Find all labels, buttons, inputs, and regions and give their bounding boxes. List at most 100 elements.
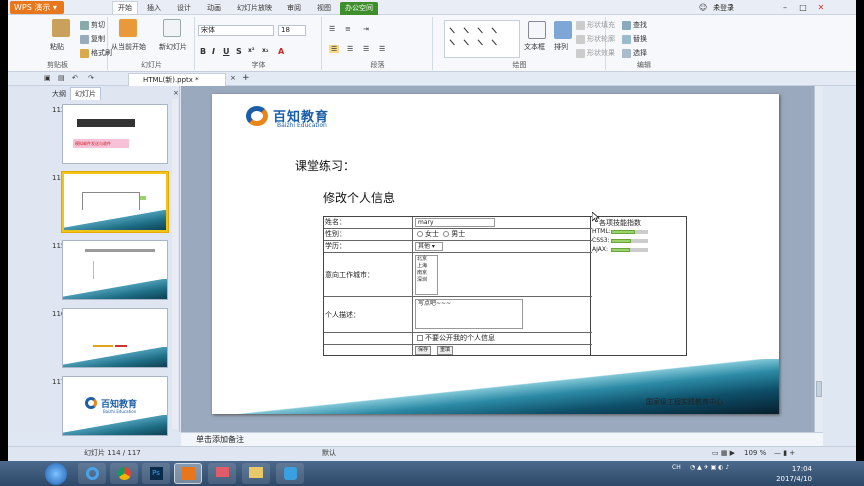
underline-button[interactable]: U	[223, 47, 230, 56]
male-radio[interactable]	[443, 231, 450, 237]
eraser-taskbar-icon[interactable]	[208, 463, 236, 484]
curve-shape-icon[interactable]	[463, 35, 474, 46]
name-input[interactable]: mary	[415, 218, 495, 227]
font-size-select[interactable]: 18	[278, 25, 306, 36]
wps-presentation-taskbar-icon[interactable]	[174, 463, 202, 484]
slide-scrollbar[interactable]	[814, 86, 823, 432]
tab-home[interactable]: 开始	[112, 1, 138, 14]
tab-animation[interactable]: 动画	[202, 2, 226, 15]
select-button[interactable]: 选择	[622, 48, 647, 58]
slide-thumb-113[interactable]: 模拟邮件发送与收件	[62, 104, 168, 164]
app-menu-button[interactable]: WPS 演示 ▾	[10, 1, 64, 14]
tab-slideshow[interactable]: 幻灯片放映	[232, 2, 277, 15]
indent-icon[interactable]: ⇥	[363, 25, 369, 33]
list-item[interactable]: 南京	[417, 270, 437, 277]
arrange-button[interactable]: 排列	[554, 42, 568, 52]
list-item[interactable]: 北京	[417, 256, 437, 263]
city-listbox[interactable]: 北京 上海 南京 深圳	[415, 255, 438, 295]
current-slide[interactable]: 百知教育 Baizhi Education 课堂练习： 修改个人信息 姓名： m…	[212, 94, 779, 414]
copy-button[interactable]: 复制	[80, 34, 105, 44]
italic-button[interactable]: I	[212, 47, 215, 56]
superscript-button[interactable]: x²	[248, 47, 255, 54]
reset-button[interactable]: 重填	[437, 346, 454, 355]
double-arrow-shape-icon[interactable]	[477, 23, 488, 34]
find-button[interactable]: 查找	[622, 20, 647, 30]
quick-save-icon[interactable]: ▣	[44, 74, 51, 82]
minimize-button[interactable]: –	[780, 3, 790, 12]
tray-icons[interactable]: ◔ ▲ ✈ ▣ ◐ ♪	[690, 464, 729, 471]
subscript-button[interactable]: x₂	[262, 47, 269, 54]
save-button[interactable]: 保存	[415, 346, 432, 355]
tab-view[interactable]: 视图	[312, 2, 336, 15]
elbow-shape-icon[interactable]	[449, 35, 460, 46]
app-taskbar-icon[interactable]	[276, 463, 304, 484]
tab-insert[interactable]: 插入	[142, 2, 166, 15]
tab-slides[interactable]: 幻灯片	[70, 87, 101, 100]
doc-tab-close-icon[interactable]: ×	[230, 74, 236, 82]
shadow-button[interactable]: S	[236, 47, 242, 56]
help-icon[interactable]: ?	[726, 3, 736, 12]
replace-button[interactable]: 替换	[622, 34, 647, 44]
notes-pane[interactable]: 单击添加备注	[181, 432, 823, 446]
connector-shape-icon[interactable]	[491, 23, 502, 34]
tab-review[interactable]: 审阅	[282, 2, 306, 15]
new-doc-tab-button[interactable]: +	[242, 73, 250, 83]
bullets-icon[interactable]: ☰	[329, 25, 335, 33]
list-item[interactable]: 上海	[417, 263, 437, 270]
panel-close-icon[interactable]: ×	[173, 89, 179, 97]
shape-fill-button[interactable]: 形状填充	[576, 20, 615, 30]
align-center-icon[interactable]: ☰	[347, 45, 353, 53]
align-left-icon[interactable]: ☰	[329, 45, 340, 53]
scribble-shape-icon[interactable]	[491, 35, 502, 46]
explorer-taskbar-icon[interactable]	[242, 463, 270, 484]
font-name-select[interactable]: 宋体	[198, 25, 274, 36]
close-button[interactable]: ✕	[816, 3, 826, 12]
slide-thumb-116[interactable]	[62, 308, 168, 368]
start-button[interactable]	[45, 463, 67, 485]
undo-icon[interactable]: ↶	[72, 74, 78, 82]
panel-scrollbar[interactable]	[172, 99, 178, 429]
list-item[interactable]: 深圳	[417, 277, 437, 284]
chrome-taskbar-icon[interactable]	[110, 463, 138, 484]
private-checkbox[interactable]	[417, 335, 423, 341]
quick-print-icon[interactable]: ▤	[58, 74, 65, 82]
align-right-icon[interactable]: ☰	[363, 45, 369, 53]
justify-icon[interactable]: ☰	[379, 45, 385, 53]
shapes-gallery[interactable]	[444, 20, 520, 58]
scroll-thumb[interactable]	[816, 381, 822, 397]
ime-indicator[interactable]: CH	[672, 464, 681, 471]
arrow-shape-icon[interactable]	[463, 23, 474, 34]
female-radio[interactable]	[417, 231, 423, 237]
clock[interactable]: 17:04 2017/4/10	[776, 464, 812, 484]
tab-design[interactable]: 设计	[172, 2, 196, 15]
paste-button[interactable]: 粘贴	[50, 42, 64, 52]
tab-office-space[interactable]: 办公空间	[340, 2, 378, 15]
shape-effect-button[interactable]: 形状效果	[576, 48, 615, 58]
slide-thumb-115[interactable]	[62, 240, 168, 300]
bold-button[interactable]: B	[200, 47, 206, 56]
education-select[interactable]: 其他 ▾	[415, 242, 443, 251]
zoom-slider[interactable]: — ▮ +	[774, 447, 795, 460]
slide-thumb-114[interactable]	[62, 172, 168, 232]
new-slide-button[interactable]: 新幻灯片	[159, 42, 187, 52]
slide-thumb-117[interactable]: 百知教育 Baizhi Education	[62, 376, 168, 436]
doc-tab-html[interactable]: HTML(新).pptx *	[128, 73, 226, 86]
zoom-level[interactable]: 109 %	[744, 447, 766, 460]
numbering-icon[interactable]: ≡	[345, 25, 351, 33]
view-buttons[interactable]: ▭ ▦ ▶	[712, 447, 735, 460]
textbox-button[interactable]: 文本框	[524, 42, 545, 52]
description-textarea[interactable]: 写点吧~~~	[415, 299, 523, 329]
cut-button[interactable]: 剪切	[80, 20, 105, 30]
from-current-button[interactable]: 从当前开始	[111, 42, 146, 52]
line-shape-icon[interactable]	[449, 23, 460, 34]
restore-button[interactable]: □	[798, 3, 808, 12]
format-painter-button[interactable]: 格式刷	[80, 48, 112, 58]
shape-outline-button[interactable]: 形状轮廓	[576, 34, 615, 44]
redo-icon[interactable]: ↷	[88, 74, 94, 82]
ie-taskbar-icon[interactable]	[78, 463, 106, 484]
font-color-button[interactable]: A	[278, 47, 284, 56]
photoshop-taskbar-icon[interactable]: Ps	[142, 463, 170, 484]
minimize-ribbon-icon[interactable]: ^	[712, 3, 722, 12]
tab-outline[interactable]: 大纲	[52, 89, 66, 99]
skin-icon[interactable]: ☺	[698, 3, 708, 12]
